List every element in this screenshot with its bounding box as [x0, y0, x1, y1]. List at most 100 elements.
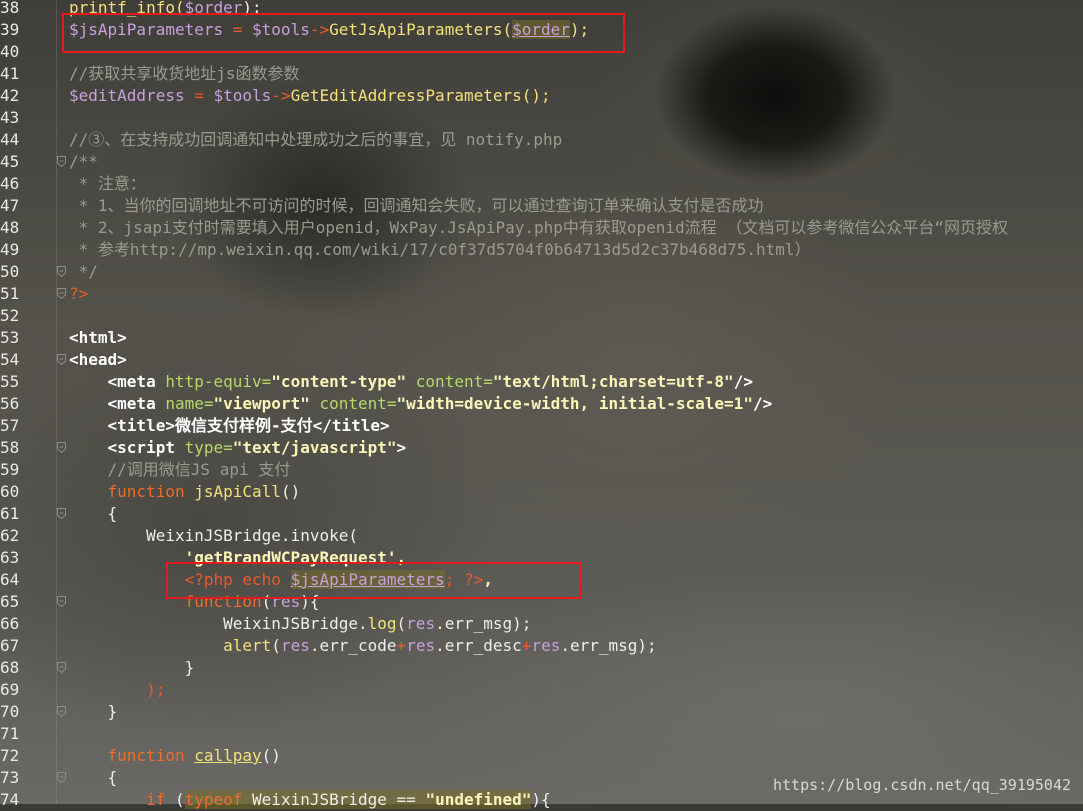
code-token: .err_msg);	[435, 614, 532, 633]
annotation-box-line-64	[166, 562, 582, 599]
code-token: res	[406, 614, 436, 633]
code-token: {	[69, 504, 118, 523]
line-number: 66	[0, 614, 20, 633]
code-token: {	[69, 768, 118, 787]
code-line[interactable]: 52	[0, 305, 1083, 327]
code-text: $editAddress = $tools->GetEditAddressPar…	[69, 85, 551, 107]
code-line[interactable]: 57 <title>微信支付样例-支付</title>	[0, 415, 1083, 437]
code-token: if	[146, 790, 175, 809]
code-text: {	[69, 503, 118, 525]
code-token: 微信支付样例-支付	[174, 416, 313, 435]
line-number: 40	[0, 42, 20, 61]
line-number: 58	[0, 438, 20, 457]
code-line[interactable]: 71	[0, 723, 1083, 745]
fold-marker-icon[interactable]	[57, 706, 66, 717]
code-token: .err_desc	[435, 636, 522, 655]
code-token: "viewport"	[213, 394, 310, 413]
fold-marker-icon[interactable]	[57, 288, 66, 299]
code-token: >	[396, 438, 407, 457]
code-line[interactable]: 70 }	[0, 701, 1083, 723]
line-number: 71	[0, 724, 20, 743]
code-line[interactable]: 69 );	[0, 679, 1083, 701]
fold-marker-icon[interactable]	[57, 156, 66, 167]
code-token: <title>	[107, 416, 175, 435]
code-line[interactable]: 55 <meta http-equiv="content-type" conte…	[0, 371, 1083, 393]
code-token: (	[396, 614, 407, 633]
line-number: 43	[0, 108, 20, 127]
code-token: GetEditAddressParameters();	[290, 86, 551, 105]
line-number: 50	[0, 262, 20, 281]
code-line[interactable]: 49 * 参考http://mp.weixin.qq.com/wiki/17/c…	[0, 239, 1083, 261]
code-token: ){	[531, 790, 551, 809]
code-line[interactable]: 45 /**	[0, 151, 1083, 173]
code-line[interactable]: 66 WeixinJSBridge.log(res.err_msg);	[0, 613, 1083, 635]
code-line[interactable]: 41 //获取共享收货地址js函数参数	[0, 63, 1083, 85]
code-line[interactable]: 68 }	[0, 657, 1083, 679]
line-number: 49	[0, 240, 20, 259]
code-token: (	[271, 636, 281, 655]
code-line[interactable]: 53 <html>	[0, 327, 1083, 349]
line-number: 63	[0, 548, 20, 567]
code-line[interactable]: 42 $editAddress = $tools->GetEditAddressP…	[0, 85, 1083, 107]
code-token: * 参考http://mp.weixin.qq.com/wiki/17/c0f3…	[69, 240, 811, 259]
code-editor[interactable]: 38 printf_info($order); 39 $jsApiParameters…	[0, 0, 1083, 811]
code-line[interactable]: 46 * 注意：	[0, 173, 1083, 195]
code-token: function	[107, 482, 195, 501]
code-line[interactable]: 47 * 1、当你的回调地址不可访问的时候，回调通知会失败，可以通过查询订单来确…	[0, 195, 1083, 217]
code-token: $editAddress	[69, 86, 185, 105]
code-line[interactable]: 56 <meta name="viewport" content="width=…	[0, 393, 1083, 415]
code-text: <title>微信支付样例-支付</title>	[69, 415, 390, 437]
code-token: }	[69, 702, 118, 721]
code-text: alert(res.err_code+res.err_desc+res.err_…	[69, 635, 657, 657]
fold-marker-icon[interactable]	[57, 354, 66, 365]
code-text: * 参考http://mp.weixin.qq.com/wiki/17/c0f3…	[69, 239, 811, 261]
code-line[interactable]: 43	[0, 107, 1083, 129]
code-line[interactable]: 44 //③、在支持成功回调通知中处理成功之后的事宜，见 notify.php	[0, 129, 1083, 151]
code-line[interactable]: 61 {	[0, 503, 1083, 525]
code-token: <meta	[107, 372, 166, 391]
code-text: //③、在支持成功回调通知中处理成功之后的事宜，见 notify.php	[69, 129, 562, 151]
fold-marker-icon[interactable]	[57, 596, 66, 607]
code-token: />	[752, 394, 773, 413]
code-line[interactable]: 59 //调用微信JS api 支付	[0, 459, 1083, 481]
code-token: content=	[309, 394, 397, 413]
fold-marker-icon[interactable]	[57, 662, 66, 673]
code-token: "width=device-width, initial-scale=1"	[396, 394, 753, 413]
line-number: 64	[0, 570, 20, 589]
code-line[interactable]: 51 ?>	[0, 283, 1083, 305]
code-line[interactable]: 50 */	[0, 261, 1083, 283]
code-line[interactable]: 62 WeixinJSBridge.invoke(	[0, 525, 1083, 547]
fold-marker-icon[interactable]	[57, 772, 66, 783]
line-number: 54	[0, 350, 20, 369]
line-number: 69	[0, 680, 20, 699]
line-number: 57	[0, 416, 20, 435]
watermark: https://blog.csdn.net/qq_39195042	[772, 776, 1071, 794]
code-token: jsApiCall	[194, 482, 281, 501]
code-token: <head>	[69, 350, 127, 369]
line-number: 73	[0, 768, 20, 787]
line-number: 39	[0, 20, 20, 39]
code-token: +	[521, 636, 532, 655]
code-line[interactable]: 58 <script type="text/javascript">	[0, 437, 1083, 459]
fold-marker-icon[interactable]	[57, 508, 66, 519]
code-line[interactable]: 67 alert(res.err_code+res.err_desc+res.e…	[0, 635, 1083, 657]
line-number: 53	[0, 328, 20, 347]
fold-marker-icon[interactable]	[57, 442, 66, 453]
line-number: 45	[0, 152, 20, 171]
code-line[interactable]: 72 function callpay()	[0, 745, 1083, 767]
line-number: 56	[0, 394, 20, 413]
code-text: ?>	[69, 283, 88, 305]
line-number: 42	[0, 86, 20, 105]
code-token: ->	[271, 86, 291, 105]
code-token: WeixinJSBridge.	[69, 614, 368, 633]
code-line[interactable]: 60 function jsApiCall()	[0, 481, 1083, 503]
fold-marker-icon[interactable]	[57, 266, 66, 277]
code-text: WeixinJSBridge.invoke(	[69, 525, 358, 547]
line-number: 68	[0, 658, 20, 677]
line-number: 46	[0, 174, 20, 193]
code-line[interactable]: 48 * 2、jsapi支付时需要填入用户openid，WxPay.JsApiP…	[0, 217, 1083, 239]
code-line[interactable]: 54 <head>	[0, 349, 1083, 371]
code-token: */	[69, 262, 98, 281]
